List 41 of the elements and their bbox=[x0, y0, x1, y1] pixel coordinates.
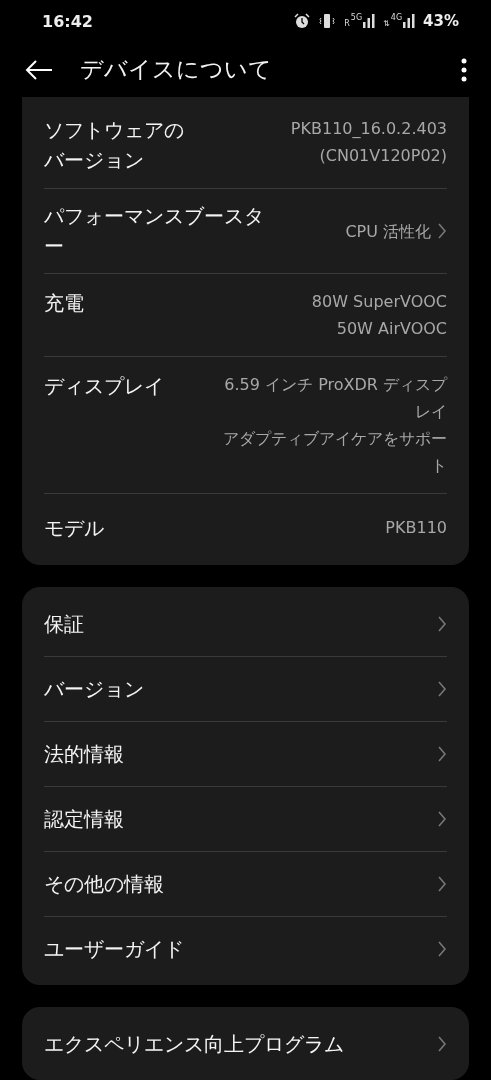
setting-value: 80W SuperVOOC bbox=[311, 291, 447, 313]
menu-item[interactable]: エクスペリエンス向上プログラム bbox=[44, 1028, 344, 1059]
back-button[interactable] bbox=[24, 58, 54, 81]
setting-value: 6.59 インチ ProXDR ディスプレイ bbox=[223, 374, 447, 423]
chevron-right-icon bbox=[437, 614, 447, 633]
setting-value-link[interactable]: CPU 活性化 bbox=[345, 217, 447, 245]
chevron-right-icon bbox=[437, 1034, 447, 1053]
menu-item[interactable]: バージョン bbox=[44, 674, 144, 704]
menu-item[interactable]: ユーザーガイド bbox=[44, 934, 184, 964]
signal-icon bbox=[403, 14, 416, 28]
chevron-right-icon bbox=[437, 810, 447, 828]
more-menu-button[interactable] bbox=[461, 57, 467, 82]
setting-value: (CN01V120P02) bbox=[319, 145, 447, 167]
setting-value: PKB110 bbox=[385, 517, 447, 539]
menu-item[interactable]: 法的情報 bbox=[44, 739, 124, 769]
setting-value: PKB110_16.0.2.403 bbox=[290, 118, 447, 140]
page-title: デバイスについて bbox=[80, 55, 273, 84]
network-type: 4G bbox=[390, 14, 403, 22]
setting-value: 50W AirVOOC bbox=[336, 318, 447, 340]
signal-icon bbox=[363, 14, 376, 28]
chevron-right-icon bbox=[437, 680, 447, 698]
menu-item[interactable]: 保証 bbox=[44, 608, 84, 639]
chevron-right-icon bbox=[437, 940, 447, 958]
battery-level: 43% bbox=[423, 12, 459, 30]
alarm-clock-icon bbox=[294, 13, 311, 29]
chevron-right-icon bbox=[437, 222, 447, 240]
network-indicator: R bbox=[344, 20, 350, 28]
chevron-right-icon bbox=[437, 875, 447, 893]
menu-item[interactable]: 認定情報 bbox=[44, 804, 124, 834]
vibrate-icon bbox=[318, 13, 337, 29]
setting-label: モデル bbox=[44, 514, 104, 542]
menu-item[interactable]: その他の情報 bbox=[44, 869, 164, 899]
setting-value: アダプティブアイケアをサポート bbox=[222, 428, 447, 477]
setting-label: ソフトウェアのバージョン bbox=[44, 117, 185, 174]
setting-label: 充電 bbox=[44, 290, 84, 317]
chevron-right-icon bbox=[437, 745, 447, 763]
status-time: 16:42 bbox=[42, 11, 94, 31]
setting-label: パフォーマンスブースター bbox=[44, 203, 265, 260]
setting-label: ディスプレイ bbox=[44, 373, 164, 400]
network-type: 5G bbox=[350, 14, 363, 22]
network-indicator: ⇅ bbox=[383, 20, 390, 28]
